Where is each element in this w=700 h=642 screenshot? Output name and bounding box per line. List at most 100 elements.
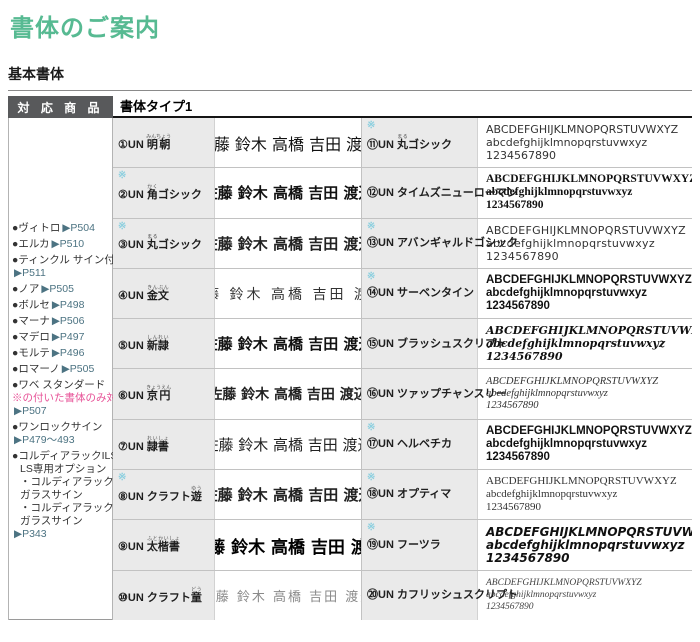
font-name: ⑨UN 太楷書ふとかいしょ: [118, 536, 214, 554]
font-name: ①UN 明朝みんちょう: [118, 134, 214, 152]
product-item: ●ボルセ▶P498: [12, 299, 109, 312]
font-name: ⑦UN 隷書れいしょ: [118, 436, 214, 454]
font-name: ⑫UN タイムズニューローマン: [367, 187, 477, 200]
products-sidebar: ●ヴィトロ▶P504 ●エルカ▶P510 ●ティンクル サイン付 ▶P511 ●…: [8, 118, 113, 620]
product-item: ▶P511: [12, 267, 109, 280]
font-name: ⑥UN 京円きょうえん: [118, 385, 214, 403]
font-name: ⑪UN 丸まるゴシック: [367, 134, 477, 152]
star-mark: ※: [367, 523, 375, 533]
page-link: ▶P505: [41, 283, 74, 295]
product-item: ▶P507: [12, 405, 109, 418]
product-item: ・コルディアラックLS: [12, 502, 109, 515]
page-link: ▶P504: [62, 222, 95, 234]
product-item: ●ヴィトロ▶P504: [12, 222, 109, 235]
table-row: ※②UN 角かくゴシック 佐藤 鈴木 高橋 吉田 渡辺 ⑫UN タイムズニューロ…: [113, 168, 692, 218]
font-label-cell: ※ ③UN 丸まるゴシック: [113, 219, 215, 268]
font-rows: ①UN 明朝みんちょう 佐藤 鈴木 高橋 吉田 渡辺 ※⑪UN 丸まるゴシック …: [113, 118, 692, 620]
font-label-cell: ※ ⑱UN オプティマ: [362, 470, 478, 519]
product-item: ●マーナ▶P506: [12, 315, 109, 328]
font-label-cell: ⑮UN ブラッシュスクリプト: [362, 319, 478, 368]
supported-products-header: 対 応 商 品: [8, 96, 113, 118]
font-label-cell: ①UN 明朝みんちょう: [113, 118, 215, 167]
font-sample-latin: ABCDEFGHIJKLMNOPQRSTUVWXYZabcdefghijklmn…: [478, 369, 692, 418]
font-name: ⑰UN ヘルベチカ: [367, 438, 477, 451]
product-item: ●モルテ▶P496: [12, 347, 109, 360]
font-label-cell: ※⑰UN ヘルベチカ: [362, 420, 478, 469]
font-sample-ja: 佐藤 鈴木 高橋 吉田 渡辺: [215, 470, 362, 519]
font-sample-latin: ABCDEFGHIJKLMNOPQRSTUVWXYZabcdefghijklmn…: [478, 520, 692, 569]
product-item: LS専用オプション: [12, 463, 109, 476]
table-header: 対 応 商 品 書体タイプ1: [8, 96, 692, 118]
font-name: ④UN 金文きんぶん: [118, 285, 214, 303]
font-sample-latin: ABCDEFGHIJKLMNOPQRSTUVWXYZabcdefghijklmn…: [478, 118, 692, 167]
star-mark: ※: [367, 222, 375, 232]
product-item: ・コルディアラックILS: [12, 476, 109, 489]
font-label-cell: ⑨UN 太楷書ふとかいしょ: [113, 520, 215, 569]
product-item: ●ロマーノ▶P505: [12, 363, 109, 376]
page-link: ▶P479〜493: [14, 434, 75, 446]
font-name: ⑮UN ブラッシュスクリプト: [367, 338, 477, 351]
font-sample-ja: 佐藤 鈴木 高橋 吉田 渡辺: [215, 420, 362, 469]
font-label-cell: ⑩UN クラフト童どう: [113, 571, 215, 620]
font-sample-ja: 佐藤 鈴木 高橋 吉田 渡辺: [215, 369, 362, 418]
table-row: ※⑧UN クラフト遊ゆう 佐藤 鈴木 高橋 吉田 渡辺 ※⑱UN オプティマ A…: [113, 470, 692, 520]
star-legend-note: ※の付いた書体のみ対応: [12, 392, 109, 405]
font-sample-ja: 佐藤 鈴木 高橋 吉田 渡辺: [215, 118, 362, 167]
font-label-cell: ④UN 金文きんぶん: [113, 269, 215, 318]
font-sample-ja: 佐藤 鈴木 高橋 吉田 渡辺: [215, 269, 362, 318]
product-item: ●ノア▶P505: [12, 283, 109, 296]
font-label-cell: ※ ⑲UN フーツラ: [362, 520, 478, 569]
font-name: ②UN 角かくゴシック: [118, 184, 214, 202]
page-title: 書体のご案内: [10, 8, 160, 43]
page-link: ▶P511: [14, 267, 46, 279]
font-name: ⑩UN クラフト童どう: [118, 587, 214, 605]
font-label-cell: ⑤UN 新隷しんれい: [113, 319, 215, 368]
star-mark: ※: [118, 222, 126, 232]
font-label-cell: ※⑧UN クラフト遊ゆう: [113, 470, 215, 519]
font-sample-ja: 佐藤 鈴木 高橋 吉田 渡辺: [215, 168, 362, 217]
table-row: ※ ③UN 丸まるゴシック 佐藤 鈴木 高橋 吉田 渡辺 ※ ⑬UN アバンギャルド…: [113, 219, 692, 269]
font-label-cell: ⑦UN 隷書れいしょ: [113, 420, 215, 469]
product-item: ガラスサイン: [12, 515, 109, 528]
product-item: ガラスサイン: [12, 489, 109, 502]
product-item: ●コルディアラックILS、: [12, 450, 109, 463]
star-mark: ※: [367, 272, 375, 282]
font-sample-latin: ABCDEFGHIJKLMNOPQRSTUVWXYZabcdefghijklmn…: [478, 269, 692, 318]
font-name: ③UN 丸まるゴシック: [118, 234, 214, 252]
font-sample-ja: 佐藤 鈴木 高橋 吉田 渡辺: [215, 520, 362, 569]
table-row: ⑥UN 京円きょうえん 佐藤 鈴木 高橋 吉田 渡辺 ⑯UN ツァップチャンスリ…: [113, 369, 692, 419]
font-label-cell: ※ ⑪UN 丸まるゴシック: [362, 118, 478, 167]
font-name: ⑤UN 新隷しんれい: [118, 335, 214, 353]
page-link: ▶P510: [52, 238, 85, 250]
product-item: ●ワンロックサイン: [12, 421, 109, 434]
font-name: ⑭UN サーベンタイン: [367, 287, 477, 300]
page-link: ▶P496: [52, 347, 85, 359]
font-name: ⑬UN アバンギャルドゴシック: [367, 237, 477, 250]
font-name: ⑲UN フーツラ: [367, 539, 477, 552]
font-sample-ja: 佐藤 鈴木 高橋 吉田 渡辺: [215, 319, 362, 368]
table-row: ⑩UN クラフト童どう 佐藤 鈴木 高橋 吉田 渡辺 ⑳UN カフリッシュスクリ…: [113, 571, 692, 620]
font-name: ⑯UN ツァップチャンスリー: [367, 388, 477, 401]
page-link: ▶P343: [14, 528, 47, 540]
table-row: ⑨UN 太楷書ふとかいしょ 佐藤 鈴木 高橋 吉田 渡辺 ※ ⑲UN フーツラ A…: [113, 520, 692, 570]
font-sample-latin: ABCDEFGHIJKLMNOPQRSTUVWXYZabcdefghijklmn…: [478, 420, 692, 469]
star-mark: ※: [367, 121, 375, 131]
font-name: ⑳UN カフリッシュスクリプト: [367, 589, 477, 602]
product-item: ●エルカ▶P510: [12, 238, 109, 251]
page-link: ▶P506: [52, 315, 85, 327]
font-sample-ja: 佐藤 鈴木 高橋 吉田 渡辺: [215, 219, 362, 268]
page-link: ▶P505: [62, 363, 95, 375]
product-item: ●ティンクル サイン付: [12, 254, 109, 267]
font-type-header: 書体タイプ1: [120, 96, 192, 115]
table-row: ⑤UN 新隷しんれい 佐藤 鈴木 高橋 吉田 渡辺 ⑮UN ブラッシュスクリプト…: [113, 319, 692, 369]
font-name: ⑱UN オプティマ: [367, 488, 477, 501]
font-label-cell: ⑫UN タイムズニューローマン: [362, 168, 478, 217]
table-row: ①UN 明朝みんちょう 佐藤 鈴木 高橋 吉田 渡辺 ※⑪UN 丸まるゴシック …: [113, 118, 692, 168]
font-label-cell: ※ ⑭UN サーベンタイン: [362, 269, 478, 318]
page-link: ▶P497: [52, 331, 85, 343]
star-mark: ※: [367, 473, 375, 483]
font-sample-ja: 佐藤 鈴木 高橋 吉田 渡辺: [215, 571, 362, 620]
table-row: ④UN 金文きんぶん 佐藤 鈴木 高橋 吉田 渡辺 ※ ⑭UN サーベンタイン A…: [113, 269, 692, 319]
page-link: ▶P498: [52, 299, 85, 311]
font-label-cell: ⑳UN カフリッシュスクリプト: [362, 571, 478, 620]
